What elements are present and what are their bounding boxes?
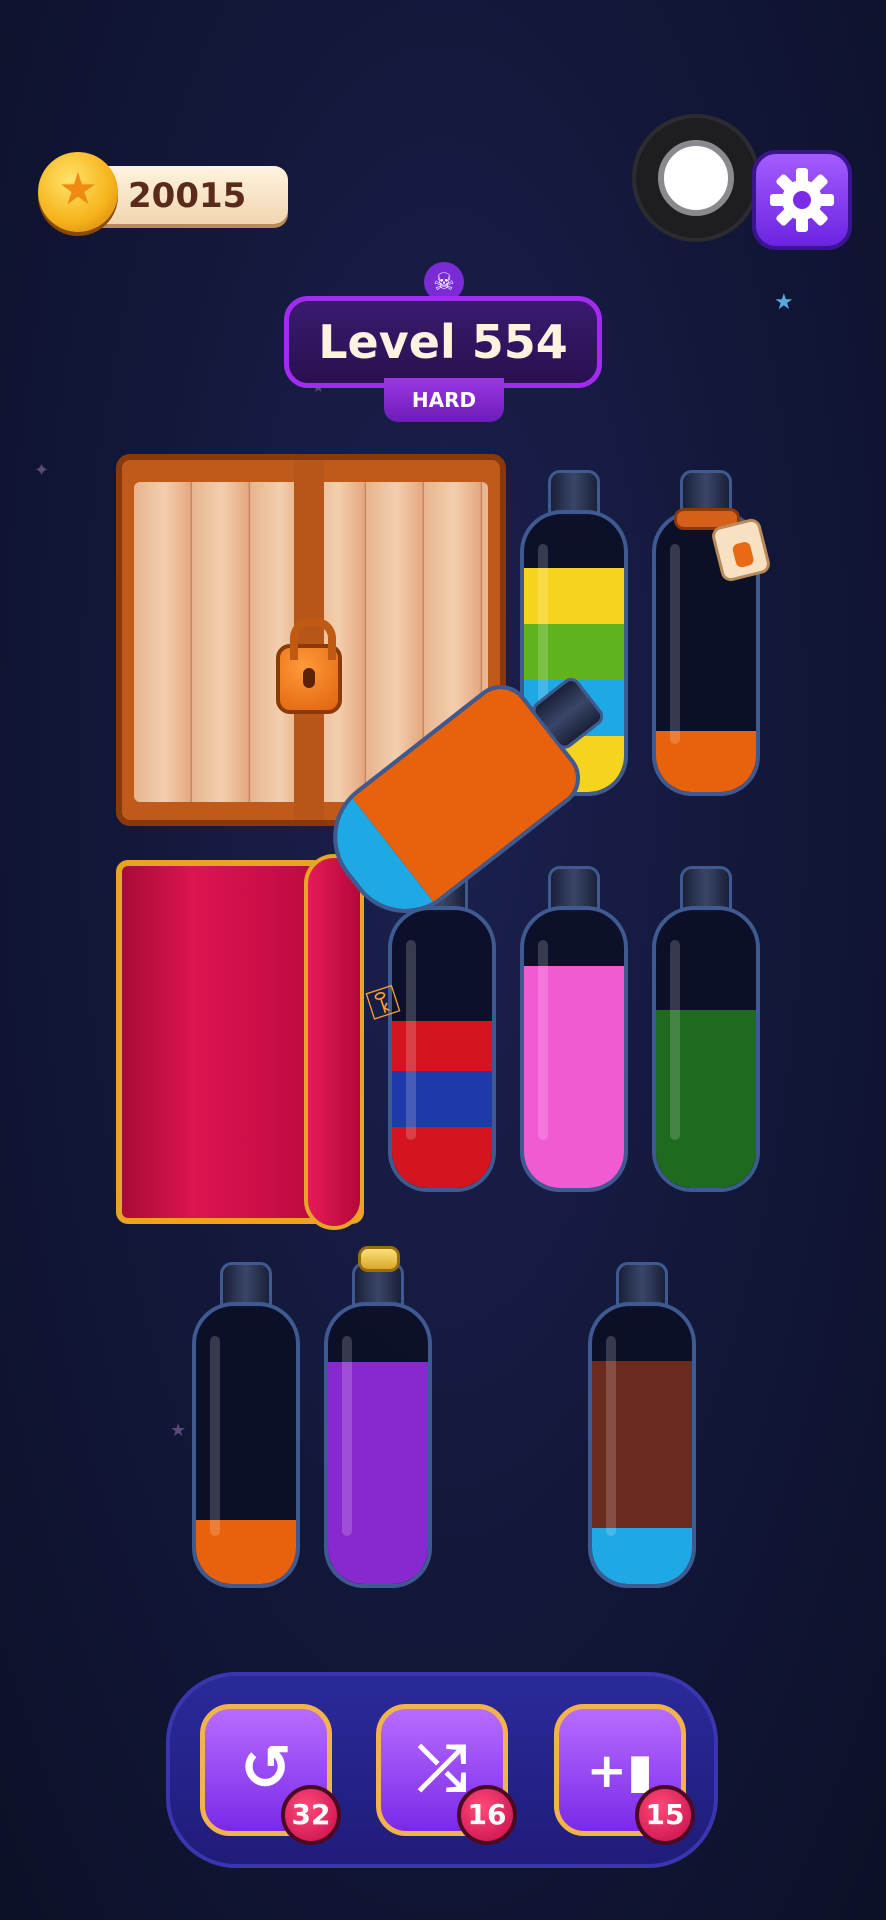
bottle[interactable] bbox=[652, 470, 773, 796]
coin-value: 20015 bbox=[128, 176, 247, 216]
bottle-body bbox=[388, 906, 496, 1192]
bottle-body bbox=[652, 906, 760, 1192]
star-decoration: ✦ bbox=[34, 460, 50, 481]
bottle[interactable] bbox=[520, 866, 628, 1192]
cork-icon bbox=[358, 1246, 400, 1272]
add-bottle-button[interactable]: +▮ 15 bbox=[554, 1704, 695, 1845]
settings-button[interactable] bbox=[752, 150, 852, 250]
add-bottle-count: 15 bbox=[635, 1785, 695, 1845]
bottle[interactable] bbox=[588, 1262, 696, 1588]
bottle-body bbox=[192, 1302, 300, 1588]
difficulty-badge: HARD bbox=[384, 378, 504, 422]
liquid-layer-blue bbox=[592, 1528, 692, 1584]
shuffle-count: 16 bbox=[457, 1785, 517, 1845]
star-coin-icon: ★ bbox=[38, 152, 118, 232]
padlock-icon bbox=[276, 618, 342, 714]
shuffle-button[interactable]: ⤮ 16 bbox=[376, 1704, 517, 1845]
bottle[interactable] bbox=[192, 1262, 300, 1588]
star-decoration: ★ bbox=[170, 1420, 187, 1441]
level-banner: Level 554 bbox=[284, 296, 602, 388]
level-title: Level 554 bbox=[318, 315, 568, 369]
bottle[interactable] bbox=[324, 1246, 432, 1588]
bottle-body bbox=[324, 1302, 432, 1588]
bottle-body bbox=[520, 906, 628, 1192]
record-icon[interactable] bbox=[636, 118, 756, 238]
curtain[interactable] bbox=[116, 854, 364, 1230]
gear-icon bbox=[770, 168, 834, 232]
star-decoration: ★ bbox=[774, 290, 794, 315]
bottle-body bbox=[588, 1302, 696, 1588]
bottle[interactable] bbox=[652, 866, 760, 1192]
undo-button[interactable]: ↺ 32 bbox=[200, 1704, 341, 1845]
coin-counter: 20015 ★ bbox=[38, 152, 288, 232]
undo-count: 32 bbox=[281, 1785, 341, 1845]
